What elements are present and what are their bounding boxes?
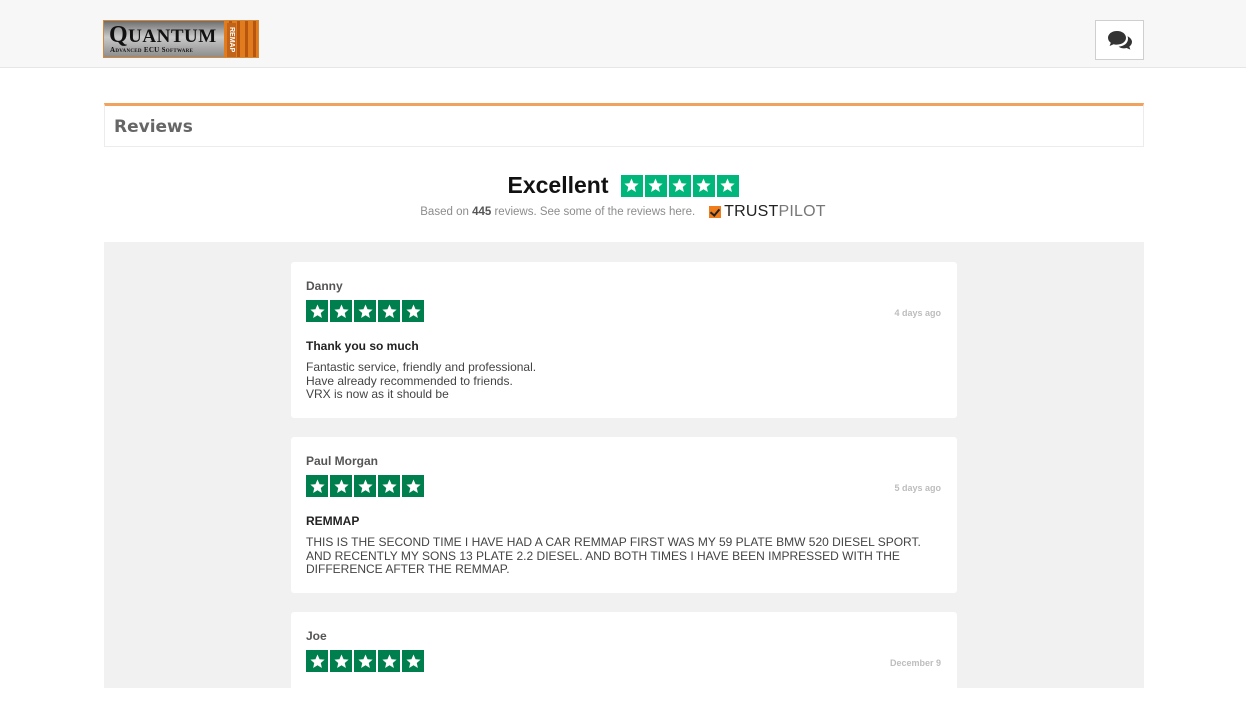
review-count: 445	[472, 206, 492, 218]
review-card: Danny 4 days ago Thank you so much Fanta…	[291, 262, 957, 418]
star-icon	[402, 650, 424, 672]
review-date: 5 days ago	[894, 483, 941, 493]
trustpilot-brand-dark: TRUST	[724, 203, 779, 220]
logo-wordmark: Quantum	[109, 22, 217, 48]
star-icon	[378, 300, 400, 322]
star-icon	[306, 475, 328, 497]
review-body: Fantastic service, friendly and professi…	[306, 360, 931, 402]
trustpilot-check-icon	[709, 206, 722, 218]
note-prefix: Based on	[420, 206, 469, 218]
top-bar: Quantum Advanced ECU Software REMAP	[0, 0, 1246, 68]
trustpilot-brand-light: PILOT	[778, 203, 826, 220]
review-headline: REMMAP	[306, 514, 360, 528]
star-icon	[306, 650, 328, 672]
comments-icon	[1107, 31, 1132, 50]
summary-note: Based on 445 reviews. See some of the re…	[0, 203, 1246, 221]
review-date: 4 days ago	[894, 308, 941, 318]
review-author: Danny	[306, 279, 343, 293]
star-icon	[378, 475, 400, 497]
star-icon	[644, 174, 667, 197]
review-body-line: THIS IS THE SECOND TIME I HAVE HAD A CAR…	[306, 535, 924, 576]
star-icon	[354, 300, 376, 322]
review-body: THIS IS THE SECOND TIME I HAVE HAD A CAR…	[306, 535, 931, 577]
reviews-section-header: Reviews	[104, 103, 1144, 147]
star-icon	[402, 475, 424, 497]
star-icon	[330, 475, 352, 497]
review-stars	[306, 475, 424, 497]
chat-button[interactable]	[1095, 20, 1144, 60]
star-icon	[620, 174, 643, 197]
review-stars	[306, 300, 424, 322]
trustpilot-logo[interactable]: TRUST PILOT	[709, 203, 826, 221]
review-date: December 9	[889, 658, 941, 668]
review-body-line: VRX is now as it should be	[306, 387, 449, 401]
star-icon	[716, 174, 739, 197]
review-author: Paul Morgan	[306, 454, 379, 468]
logo-tagline: Advanced ECU Software	[110, 46, 194, 54]
summary-stars	[620, 174, 739, 197]
quantum-logo[interactable]: Quantum Advanced ECU Software REMAP	[103, 20, 259, 58]
star-icon	[402, 300, 424, 322]
review-author: Joe	[306, 629, 327, 643]
star-icon	[330, 300, 352, 322]
star-icon	[354, 650, 376, 672]
trustpilot-summary: Excellent Based on 445 reviews. See some…	[0, 172, 1246, 220]
review-headline: Thank you so much	[306, 339, 419, 353]
star-icon	[354, 475, 376, 497]
note-suffix: reviews. See some of the reviews here.	[494, 206, 696, 218]
logo-remap-tag: REMAP	[227, 23, 236, 57]
review-stars	[306, 650, 424, 672]
star-icon	[330, 650, 352, 672]
section-title: Reviews	[114, 117, 193, 137]
star-icon	[668, 174, 691, 197]
review-card: Paul Morgan 5 days ago REMMAP THIS IS TH…	[291, 437, 957, 593]
review-body-line: Fantastic service, friendly and professi…	[306, 360, 537, 374]
star-icon	[692, 174, 715, 197]
star-icon	[306, 300, 328, 322]
review-card: Joe December 9	[291, 612, 957, 712]
rating-label: Excellent	[507, 172, 609, 198]
review-body-line: Have already recommended to friends.	[306, 373, 513, 388]
star-icon	[378, 650, 400, 672]
